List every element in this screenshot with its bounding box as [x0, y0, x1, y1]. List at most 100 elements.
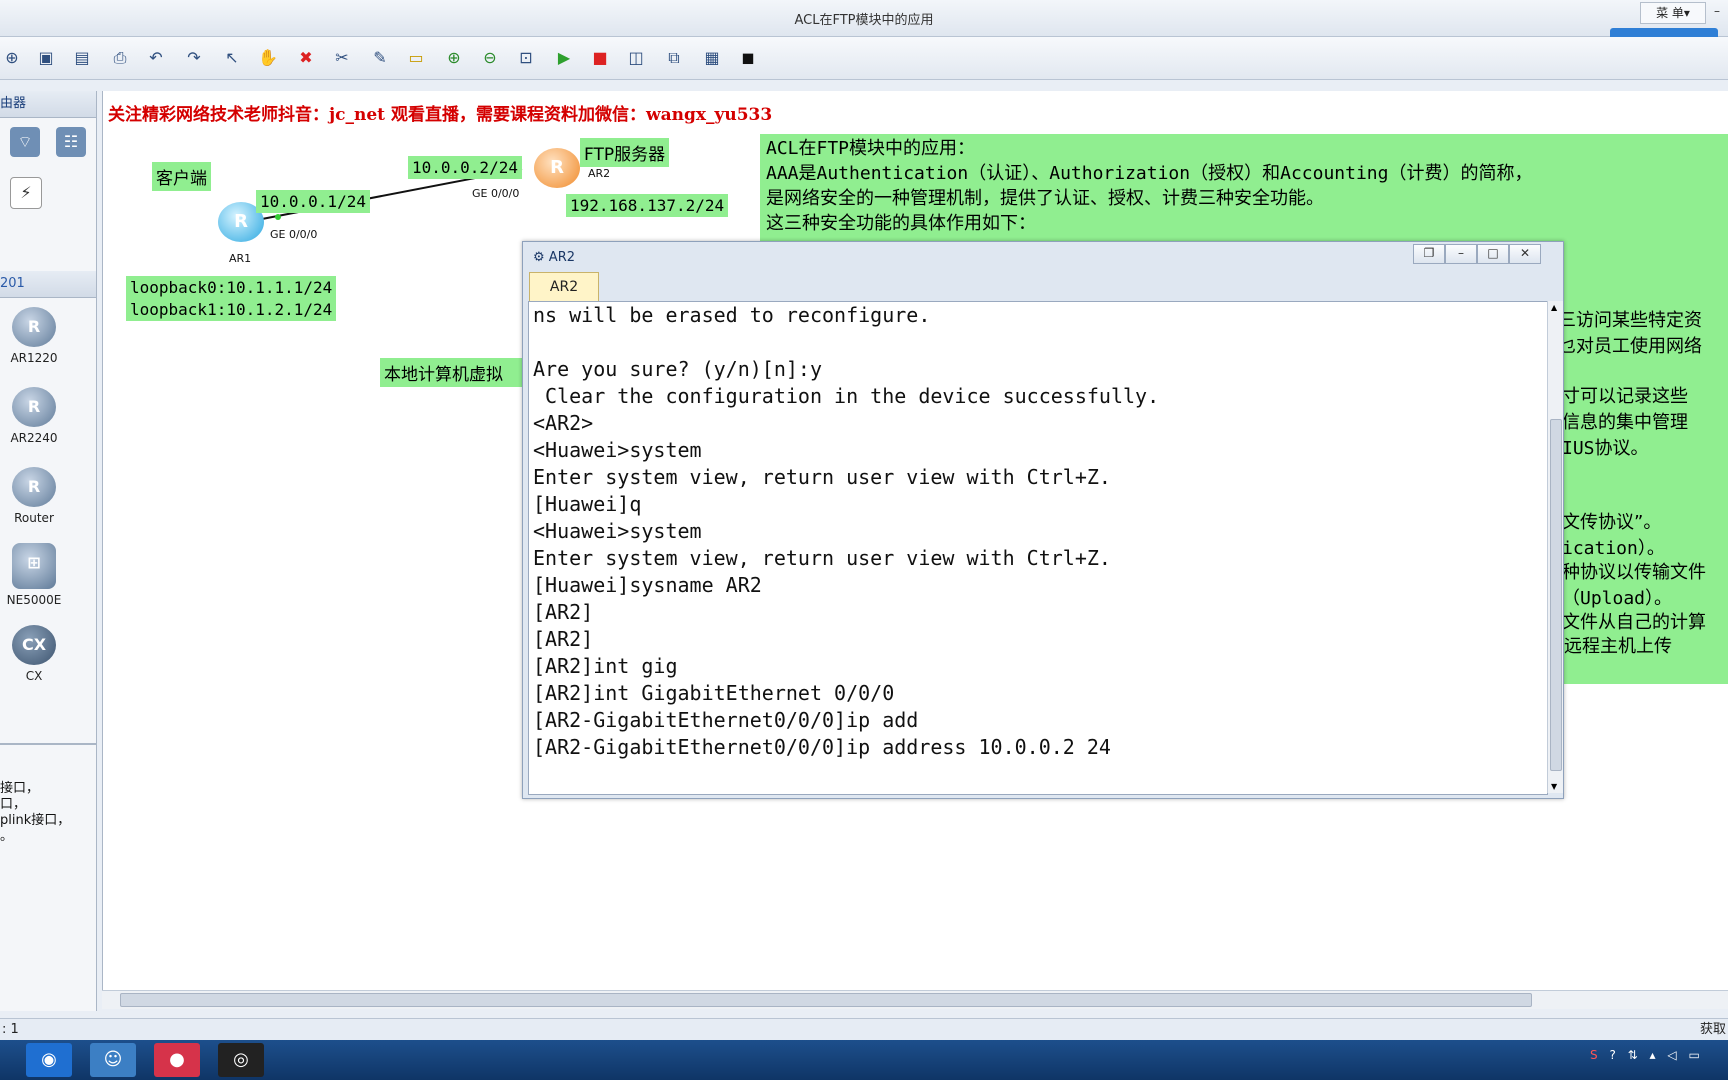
console-maximize-icon[interactable]: □ — [1477, 244, 1509, 264]
device-label: Router — [14, 511, 54, 525]
text-note-icon[interactable]: ✎ — [368, 46, 392, 70]
volume-icon[interactable]: ◁ — [1667, 1048, 1676, 1062]
help-icon[interactable]: ? — [1609, 1048, 1615, 1062]
description-line: plink接口， — [0, 813, 71, 828]
info-fragment: （Upload）。 — [1562, 588, 1673, 609]
console-tab-ar2[interactable]: AR2 — [529, 272, 599, 301]
info-fragment: ication）。 — [1562, 538, 1665, 559]
grid-icon[interactable]: ▦ — [700, 46, 724, 70]
terminal-icon[interactable]: ◼ — [736, 46, 760, 70]
router-icon: R — [12, 307, 56, 347]
ar2-name: AR2 — [588, 167, 611, 180]
zoom-out-icon[interactable]: ⊖ — [478, 46, 502, 70]
ar1-name: AR1 — [229, 252, 252, 265]
terminal-line: [AR2-GigabitEthernet0/0/0]ip address 10.… — [533, 735, 1111, 759]
info-fragment: 种协议以传输文件 — [1562, 562, 1706, 583]
redo-icon[interactable]: ↷ — [182, 46, 206, 70]
console-title-text: AR2 — [548, 250, 575, 265]
router-icon: R — [12, 467, 56, 507]
wireless-ap-icon[interactable]: ⌔ — [10, 127, 40, 157]
client-label: 客户端 — [152, 162, 211, 191]
status-bar: : 1 获取 — [0, 1018, 1728, 1041]
info-line: 这三种安全功能的具体作用如下： — [766, 213, 1036, 234]
status-left: : 1 — [2, 1022, 19, 1037]
start-device-icon[interactable]: ▶ — [552, 46, 576, 70]
info-line: 是网络安全的一种管理机制，提供了认证、授权、计费三种安全功能。 — [766, 188, 1324, 209]
recorder-icon[interactable]: ● — [154, 1043, 200, 1077]
minimize-button[interactable]: – — [1706, 2, 1728, 22]
terminal-line: Enter system view, return user view with… — [533, 546, 1111, 570]
select-icon[interactable]: ↖ — [220, 46, 244, 70]
terminal-line: Are you sure? (y/n)[n]:y — [533, 357, 822, 381]
status-right: 获取 — [1699, 1022, 1726, 1037]
device-router[interactable]: R Router — [4, 467, 64, 525]
terminal-line: [AR2] — [533, 600, 594, 624]
device-series-header[interactable]: 201 — [0, 271, 96, 298]
info-fragment: 寸可以记录这些 — [1562, 386, 1688, 407]
link-status-dot — [275, 214, 281, 220]
network-icon[interactable]: ⇅ — [1628, 1048, 1638, 1062]
delete-link-icon[interactable]: ✂ — [330, 46, 354, 70]
device-panel: 由器 ⌔ ☷ ⚡ 201 R AR1220 R AR2240 R Router … — [0, 91, 97, 1011]
cx-router-icon: CX — [12, 625, 56, 665]
terminal-scroll-thumb[interactable] — [1550, 419, 1562, 771]
ftp-server-label: FTP服务器 — [580, 138, 670, 167]
taskbar: ◉ ☺ ● ◎ — [0, 1040, 1728, 1080]
info-fragment: 信息的集中管理 — [1562, 412, 1688, 433]
fit-view-icon[interactable]: ⊡ — [514, 46, 538, 70]
live-app-icon[interactable]: ☺ — [90, 1043, 136, 1077]
window-title: ACL在FTP模块中的应用 — [794, 13, 934, 28]
loopback0-label: loopback0:10.1.1.1/24 — [126, 276, 337, 299]
console-close-icon[interactable]: ✕ — [1509, 244, 1541, 264]
console-app-icon: ⚙ — [533, 250, 545, 265]
canvas-hscroll-thumb[interactable] — [120, 993, 1532, 1007]
topology-icon[interactable]: ⧉ — [662, 46, 686, 70]
core-router-icon: ⊞ — [12, 543, 56, 589]
rectangle-icon[interactable]: ▭ — [404, 46, 428, 70]
menu-button[interactable]: 菜 单▾ — [1640, 2, 1706, 24]
terminal-scrollbar[interactable]: ▲ ▼ — [1547, 301, 1563, 793]
device-cx[interactable]: CX CX — [4, 625, 64, 683]
zoom-in-icon[interactable]: ⊕ — [442, 46, 466, 70]
capture-icon[interactable]: ◫ — [624, 46, 648, 70]
save-icon[interactable]: ▣ — [34, 46, 58, 70]
device-category-header[interactable]: 由器 — [0, 91, 96, 118]
delete-icon[interactable]: ✖ — [294, 46, 318, 70]
lightning-link-icon[interactable]: ⚡ — [10, 177, 42, 209]
obs-icon[interactable]: ◎ — [218, 1043, 264, 1077]
print-icon[interactable]: ⎙ — [108, 46, 132, 70]
ar2-console-window[interactable]: ⚙ AR2 ❐ – □ ✕ AR2 ns will be erased to r… — [522, 241, 1564, 799]
device-ne5000e[interactable]: ⊞ NE5000E — [4, 543, 64, 607]
info-fragment: 乜对员工使用网络 — [1558, 336, 1702, 357]
device-label: CX — [25, 669, 43, 683]
switch-rack-icon[interactable]: ☷ — [56, 127, 86, 157]
device-ar2240[interactable]: R AR2240 — [4, 387, 64, 445]
console-minimize-icon[interactable]: – — [1445, 244, 1477, 264]
scroll-up-icon[interactable]: ▲ — [1551, 303, 1557, 312]
device-ar1220[interactable]: R AR1220 — [4, 307, 64, 365]
edge-browser-icon[interactable]: ◉ — [26, 1043, 72, 1077]
new-topology-icon[interactable]: ⊕ — [0, 46, 24, 70]
info-line: AAA是Authentication（认证）、Authorization（授权）… — [766, 163, 1533, 184]
terminal-line: <Huawei>system — [533, 519, 702, 543]
router-icon: R — [12, 387, 56, 427]
stop-device-icon[interactable]: ■ — [588, 46, 612, 70]
device-label: AR2240 — [10, 431, 58, 445]
notification-icon[interactable]: ▭ — [1688, 1048, 1699, 1062]
drag-hand-icon[interactable]: ✋ — [256, 46, 280, 70]
save-as-icon[interactable]: ▤ — [70, 46, 94, 70]
tray-expand-icon[interactable]: ▴ — [1650, 1048, 1656, 1062]
restore-icon[interactable]: ❐ — [1413, 244, 1445, 264]
undo-icon[interactable]: ↶ — [144, 46, 168, 70]
info-fragment: 文件从自己的计算 — [1562, 612, 1706, 633]
terminal-output[interactable]: ns will be erased to reconfigure. Are yo… — [528, 301, 1548, 795]
panel-divider — [0, 743, 96, 745]
ar2-router-icon[interactable]: R — [534, 148, 580, 188]
title-bar: ACL在FTP模块中的应用 — [0, 0, 1728, 37]
info-fragment: 三访问某些特定资 — [1558, 310, 1702, 331]
terminal-line: Enter system view, return user view with… — [533, 465, 1111, 489]
scroll-down-icon[interactable]: ▼ — [1551, 782, 1557, 791]
ime-icon[interactable]: S — [1590, 1048, 1598, 1062]
info-line: ACL在FTP模块中的应用： — [766, 138, 976, 159]
ar1-port-label: GE 0/0/0 — [270, 228, 318, 241]
